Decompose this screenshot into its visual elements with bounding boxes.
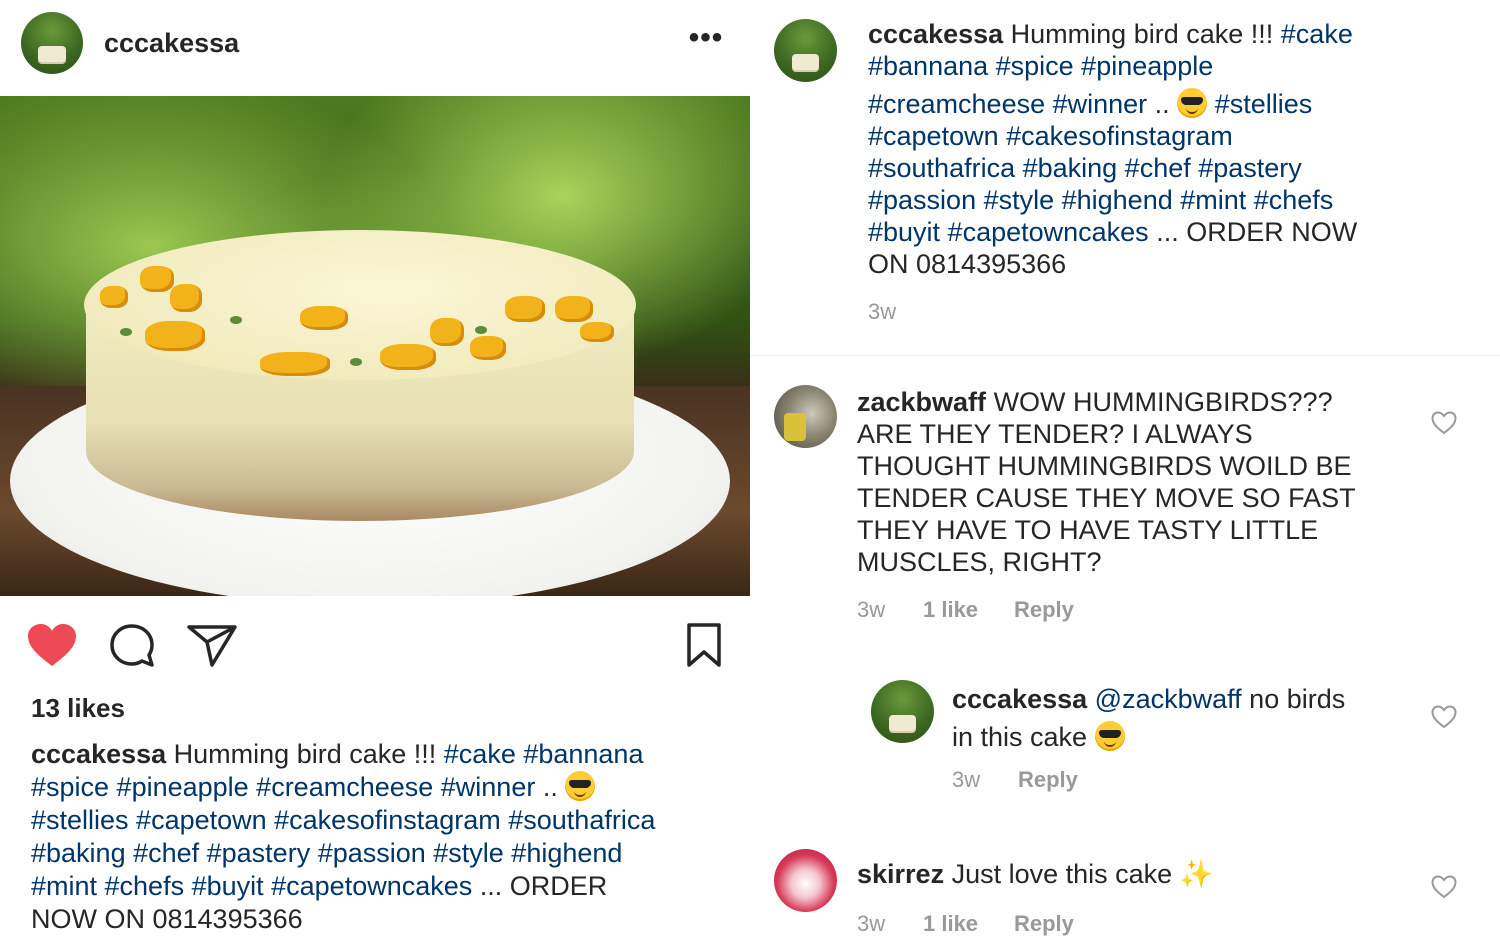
comment-text: zackbwaff WOW HUMMINGBIRDS??? ARE THEY T… xyxy=(857,386,1377,578)
avatar[interactable] xyxy=(774,19,837,82)
hashtag-link[interactable]: #bannana #spice #pineapple xyxy=(868,51,1213,81)
hashtag-link[interactable]: #creamcheese #winner xyxy=(868,89,1147,119)
fruit-topping xyxy=(300,306,348,330)
post-image[interactable] xyxy=(0,96,750,596)
sparkles-icon: ✨ xyxy=(1179,859,1214,889)
hashtag-link[interactable]: #capetown #cakesofinstagram xyxy=(868,121,1233,151)
reply-label: Reply xyxy=(1014,597,1074,622)
paper-plane-icon[interactable] xyxy=(186,622,238,668)
post-username[interactable]: cccakessa xyxy=(104,28,239,59)
comment-text: cccakessa @zackbwaff no birds in this ca… xyxy=(952,680,1392,756)
fruit-topping xyxy=(145,321,205,351)
mint-leaf xyxy=(230,316,242,324)
caption-username[interactable]: cccakessa xyxy=(31,739,166,769)
post-header: cccakessa ••• xyxy=(0,0,750,96)
heart-outline-icon[interactable] xyxy=(1431,411,1457,435)
reply-button[interactable]: Reply xyxy=(1014,597,1074,623)
comment-username[interactable]: zackbwaff xyxy=(857,387,986,417)
fruit-topping xyxy=(470,336,506,360)
caption-text: Humming bird cake !!! xyxy=(1010,19,1274,49)
sunglasses-emoji-icon xyxy=(1177,88,1208,118)
comment-like-count-label: 1 like xyxy=(923,911,979,936)
comment-line: THEY HAVE TO HAVE TASTY LITTLE xyxy=(857,515,1319,545)
fruit-topping xyxy=(170,284,202,312)
comment-text: skirrez Just love this cake ✨ xyxy=(857,858,1377,890)
hashtag-link[interactable]: #passion #style #highend #mint #chefs xyxy=(868,185,1333,215)
hashtag-link[interactable]: #stellies xyxy=(1215,89,1313,119)
comment-line: MUSCLES, RIGHT? xyxy=(857,547,1102,577)
reply-label: Reply xyxy=(1018,767,1078,792)
sunglasses-emoji-icon xyxy=(565,771,596,801)
fruit-topping xyxy=(580,322,614,342)
divider xyxy=(750,355,1500,356)
fruit-topping xyxy=(430,318,464,346)
heart-outline-icon[interactable] xyxy=(1431,875,1457,899)
comment-bubble-icon[interactable] xyxy=(108,622,156,668)
more-options-button[interactable]: ••• xyxy=(686,23,726,58)
bookmark-icon[interactable] xyxy=(684,622,724,668)
comment-timestamp[interactable]: 3w xyxy=(857,597,885,623)
hashtag-link[interactable]: #spice #pineapple #creamcheese #winner xyxy=(31,772,535,802)
hashtag-link[interactable]: #stellies #capetown #cakesofinstagram #s… xyxy=(31,805,655,835)
sunglasses-emoji-icon xyxy=(1094,721,1125,751)
caption-text: .. xyxy=(542,772,558,802)
mint-leaf xyxy=(475,326,487,334)
avatar[interactable] xyxy=(21,12,83,74)
avatar[interactable] xyxy=(871,680,934,743)
comment-username[interactable]: cccakessa xyxy=(952,684,1087,714)
comment-like-count-label: 1 like xyxy=(923,597,979,622)
caption-text: NOW ON 0814395366 xyxy=(31,904,303,934)
caption-text: ... ORDER NOW xyxy=(1156,217,1358,247)
reply-button[interactable]: Reply xyxy=(1018,767,1078,793)
caption-text: ON 0814395366 xyxy=(868,249,1067,279)
likes-count[interactable]: 13 likes xyxy=(31,693,125,724)
caption-comment: cccakessa Humming bird cake !!! #cake #b… xyxy=(868,18,1408,280)
comment-line: no birds xyxy=(1249,684,1346,714)
caption-text: ... ORDER xyxy=(479,871,608,901)
post-actions xyxy=(0,596,750,686)
comment-line: THOUGHT HUMMINGBIRDS WOILD BE xyxy=(857,451,1352,481)
comment-timestamp[interactable]: 3w xyxy=(952,767,980,793)
comment-line: TENDER CAUSE THEY MOVE SO FAST xyxy=(857,483,1356,513)
comment-line: Just love this cake xyxy=(951,859,1173,889)
cake-top xyxy=(84,230,636,380)
avatar[interactable] xyxy=(774,849,837,912)
hashtag-link[interactable]: #cake #bannana xyxy=(444,739,644,769)
comment-username[interactable]: skirrez xyxy=(857,859,944,889)
caption-timestamp[interactable]: 3w xyxy=(868,299,896,325)
comment-like-count[interactable]: 1 like xyxy=(923,597,978,623)
comment-line: in this cake xyxy=(952,722,1088,752)
caption-text: .. xyxy=(1154,89,1170,119)
fruit-topping xyxy=(380,344,436,370)
post-caption: cccakessa Humming bird cake !!! #cake #b… xyxy=(31,738,731,936)
post-panel: cccakessa ••• 13 likes cccakessa Humming… xyxy=(0,0,750,940)
hashtag-link[interactable]: #southafrica #baking #chef #pastery xyxy=(868,153,1302,183)
fruit-topping xyxy=(260,352,330,376)
hashtag-link[interactable]: #buyit #capetowncakes xyxy=(868,217,1149,247)
comment-line: WOW HUMMINGBIRDS??? xyxy=(993,387,1333,417)
avatar[interactable] xyxy=(774,385,837,448)
fruit-topping xyxy=(100,286,128,308)
reply-button[interactable]: Reply xyxy=(1014,911,1074,937)
comment-timestamp[interactable]: 3w xyxy=(857,911,885,937)
caption-username[interactable]: cccakessa xyxy=(868,19,1003,49)
mint-leaf xyxy=(350,358,362,366)
hashtag-link[interactable]: #baking #chef #pastery #passion #style #… xyxy=(31,838,622,868)
fruit-topping xyxy=(505,296,545,322)
reply-label: Reply xyxy=(1014,911,1074,936)
heart-outline-icon[interactable] xyxy=(1431,705,1457,729)
comment-line: ARE THEY TENDER? I ALWAYS xyxy=(857,419,1253,449)
fruit-topping xyxy=(140,266,174,292)
comments-panel: cccakessa Humming bird cake !!! #cake #b… xyxy=(750,0,1500,940)
heart-filled-icon[interactable] xyxy=(26,622,78,668)
caption-text: Humming bird cake !!! xyxy=(173,739,437,769)
fruit-topping xyxy=(555,296,593,322)
comment-like-count[interactable]: 1 like xyxy=(923,911,978,937)
mint-leaf xyxy=(120,328,132,336)
mention-link[interactable]: @zackbwaff xyxy=(1095,684,1242,714)
hashtag-link[interactable]: #mint #chefs #buyit #capetowncakes xyxy=(31,871,472,901)
hashtag-link[interactable]: #cake xyxy=(1281,19,1353,49)
